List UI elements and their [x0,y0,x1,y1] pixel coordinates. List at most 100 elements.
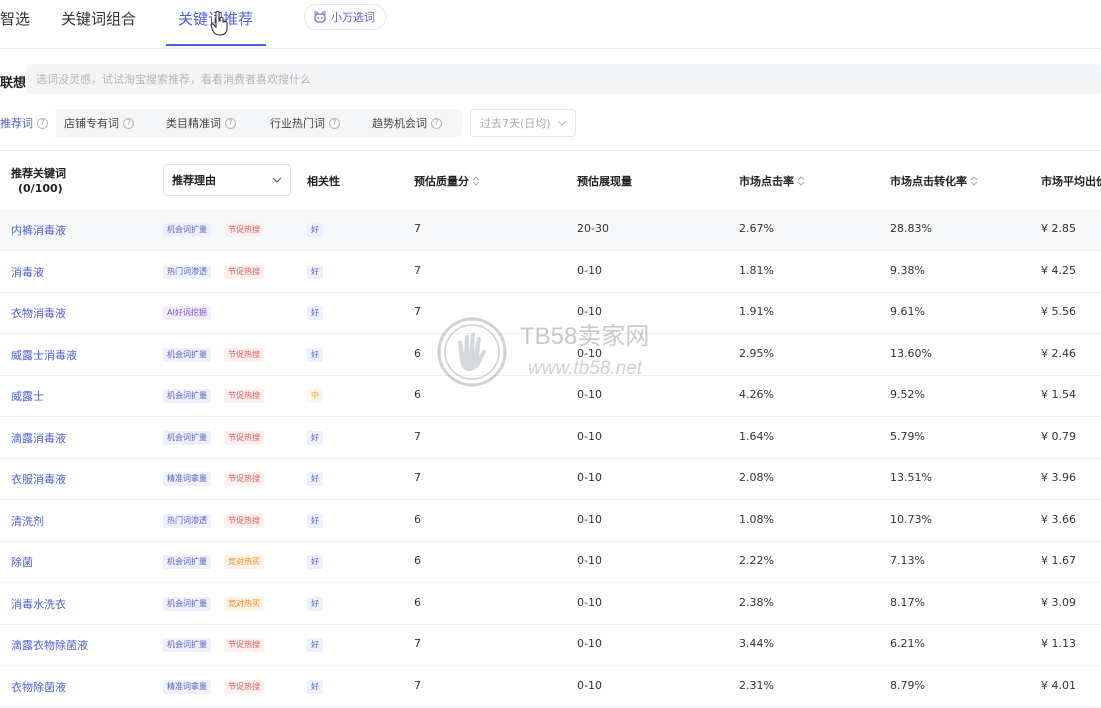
keyword-link[interactable]: 消毒液 [11,264,44,280]
table-row[interactable]: 衣物消毒液 AI好词挖掘 好 7 0-10 1.91% 9.61% ¥ 5.56 [0,292,1101,334]
table-row[interactable]: 清洗剂 热门词渗透 节促热搜 好 6 0-10 1.08% 10.73% ¥ 3.66 [0,500,1101,542]
reason-tag: AI好词挖掘 [163,306,211,320]
keyword-link[interactable]: 内裤消毒液 [11,222,66,238]
market-cvr: 9.52% [890,388,925,401]
chip-category-precise[interactable]: 类目精准词 ? [166,109,236,137]
market-cvr: 8.17% [890,595,925,609]
search-input[interactable] [26,64,1101,94]
market-ctr: 2.95% [739,346,774,360]
table-row[interactable]: 除菌 机会词扩量 竞对热买 好 6 0-10 2.22% 7.13% ¥ 1.67 [0,541,1101,583]
reason-tag: 机会词扩量 [163,389,211,403]
quality-score: 7 [414,471,421,484]
chip-label: 趋势机会词 [372,117,427,130]
header-cvr[interactable]: 市场点击转化率 [890,173,978,189]
quality-score: 6 [414,595,421,609]
table-row[interactable]: 衣服消毒液 精准词拿量 节促热搜 好 7 0-10 2.08% 13.51% ¥ 3.96 [0,458,1101,500]
header-relevance-label: 相关性 [307,175,340,188]
date-range-value: 过去7天(日均) [480,117,551,130]
est-impressions: 0-10 [577,429,602,443]
reason-tag: 机会词扩量 [163,430,211,445]
table-row[interactable]: 滴露消毒液 机会词扩量 节促热搜 好 7 0-10 1.64% 5.79% ¥ 0.79 [0,417,1101,459]
keyword-link[interactable]: 威露士消毒液 [11,347,77,363]
avg-bid: ¥ 1.13 [1041,637,1076,650]
chip-store-exclusive[interactable]: 店铺专有词 ? [64,109,134,137]
quality-score: 6 [414,346,421,360]
table-row[interactable]: 衣物除菌液 精准词拿量 节促热搜 好 7 0-10 2.31% 8.79% ¥ 4.01 [0,666,1101,708]
date-range-select[interactable]: 过去7天(日均) [470,109,576,137]
relevance-badge: 好 [307,430,323,445]
market-cvr: 13.60% [890,346,932,360]
table-row[interactable]: 滴露衣物除菌液 机会词扩量 节促热搜 好 7 0-10 3.44% 6.21% ¥ 1.13 [0,624,1101,666]
sort-icon[interactable] [797,175,805,187]
market-ctr: 1.91% [739,305,774,318]
table-row[interactable]: 威露士消毒液 机会词扩量 节促热搜 好 6 0-10 2.95% 13.60% ¥ 2.46 [0,334,1101,376]
header-impressions-label: 预估展现量 [577,175,632,188]
tab-keyword-combo[interactable]: 关键词组合 [61,8,136,29]
chip-label: 推荐词 [0,117,33,130]
header-quality-label: 预估质量分 [414,175,469,188]
reason-filter-select[interactable]: 推荐理由 [163,164,291,196]
chip-label: 行业热门词 [270,117,325,130]
est-impressions: 0-10 [577,388,602,401]
relevance-badge: 好 [307,347,323,362]
keyword-link[interactable]: 清洗剂 [11,513,44,529]
xiaowan-button[interactable]: 小万选词 [304,4,386,30]
keyword-link[interactable]: 滴露消毒液 [11,430,66,446]
quality-score: 7 [414,637,421,650]
chip-recommended[interactable]: 推荐词 ? [0,109,56,137]
chip-trend-opportunity[interactable]: 趋势机会词 ? [372,109,442,137]
header-relevance: 相关性 [307,173,340,189]
header-avg-bid-label: 市场平均出价 [1041,175,1101,188]
market-cvr: 9.38% [890,263,925,277]
bot-icon [314,11,326,23]
reason-tag: 节促热搜 [224,679,264,694]
sort-icon[interactable] [970,175,978,187]
keyword-link[interactable]: 衣物除菌液 [11,679,66,695]
keyword-link[interactable]: 衣服消毒液 [11,471,66,487]
avg-bid: ¥ 1.67 [1041,554,1076,567]
quality-score: 7 [414,222,421,235]
market-cvr: 8.79% [890,678,925,692]
avg-bid: ¥ 1.54 [1041,388,1076,401]
table-row[interactable]: 消毒水洗衣 机会词扩量 竞对热买 好 6 0-10 2.38% 8.17% ¥ 3.09 [0,583,1101,625]
header-quality[interactable]: 预估质量分 [414,173,480,189]
table-row[interactable]: 消毒液 热门词渗透 节促热搜 好 7 0-10 1.81% 9.38% ¥ 4.25 [0,251,1101,293]
header-cvr-label: 市场点击转化率 [890,175,967,188]
relevance-badge: 好 [307,264,323,279]
reason-tag: 机会词扩量 [163,596,211,611]
tab-bar: 智选 关键词组合 关键词推荐 小万选词 [0,0,1101,49]
market-cvr: 5.79% [890,429,925,443]
relevance-badge: 好 [307,596,323,611]
reason-tag: 热门词渗透 [163,513,211,528]
reason-tag: 机会词扩量 [163,555,211,569]
keyword-link[interactable]: 消毒水洗衣 [11,596,66,612]
keyword-link[interactable]: 威露士 [11,388,44,404]
header-ctr[interactable]: 市场点击率 [739,173,805,189]
keyword-link[interactable]: 除菌 [11,554,33,570]
header-ctr-label: 市场点击率 [739,175,794,188]
sort-icon[interactable] [472,175,480,187]
quality-score: 7 [414,305,421,318]
tab-smart-select[interactable]: 智选 [0,8,30,29]
quality-score: 7 [414,429,421,443]
keyword-type-group: 推荐词 ? 店铺专有词 ? 类目精准词 ? 行业热门词 ? 趋势机会词 ? [0,109,462,137]
est-impressions: 0-10 [577,305,602,318]
relevance-badge: 好 [307,306,323,320]
reason-tag: 竞对热买 [224,555,264,569]
avg-bid: ¥ 2.85 [1041,222,1076,235]
keyword-link[interactable]: 滴露衣物除菌液 [11,637,88,653]
reason-tag: 精准词拿量 [163,679,211,694]
keyword-link[interactable]: 衣物消毒液 [11,305,66,321]
market-cvr: 6.21% [890,637,925,650]
reason-tag: 机会词扩量 [163,638,211,652]
chip-industry-hot[interactable]: 行业热门词 ? [270,109,340,137]
table-row[interactable]: 内裤消毒液 机会词扩量 节促热搜 好 7 20-30 2.67% 28.83% ¥ 2.85 [0,209,1101,251]
table-row[interactable]: 威露士 机会词扩量 节促热搜 中 6 0-10 4.26% 9.52% ¥ 1.54 [0,375,1101,417]
active-tab-indicator [166,44,266,46]
reason-tag: 竞对热买 [224,596,264,611]
reason-tag: 节促热搜 [224,472,264,486]
reason-tag: 热门词渗透 [163,264,211,279]
help-icon: ? [431,117,442,129]
market-ctr: 2.08% [739,471,774,484]
reason-tag: 机会词扩量 [163,223,211,237]
